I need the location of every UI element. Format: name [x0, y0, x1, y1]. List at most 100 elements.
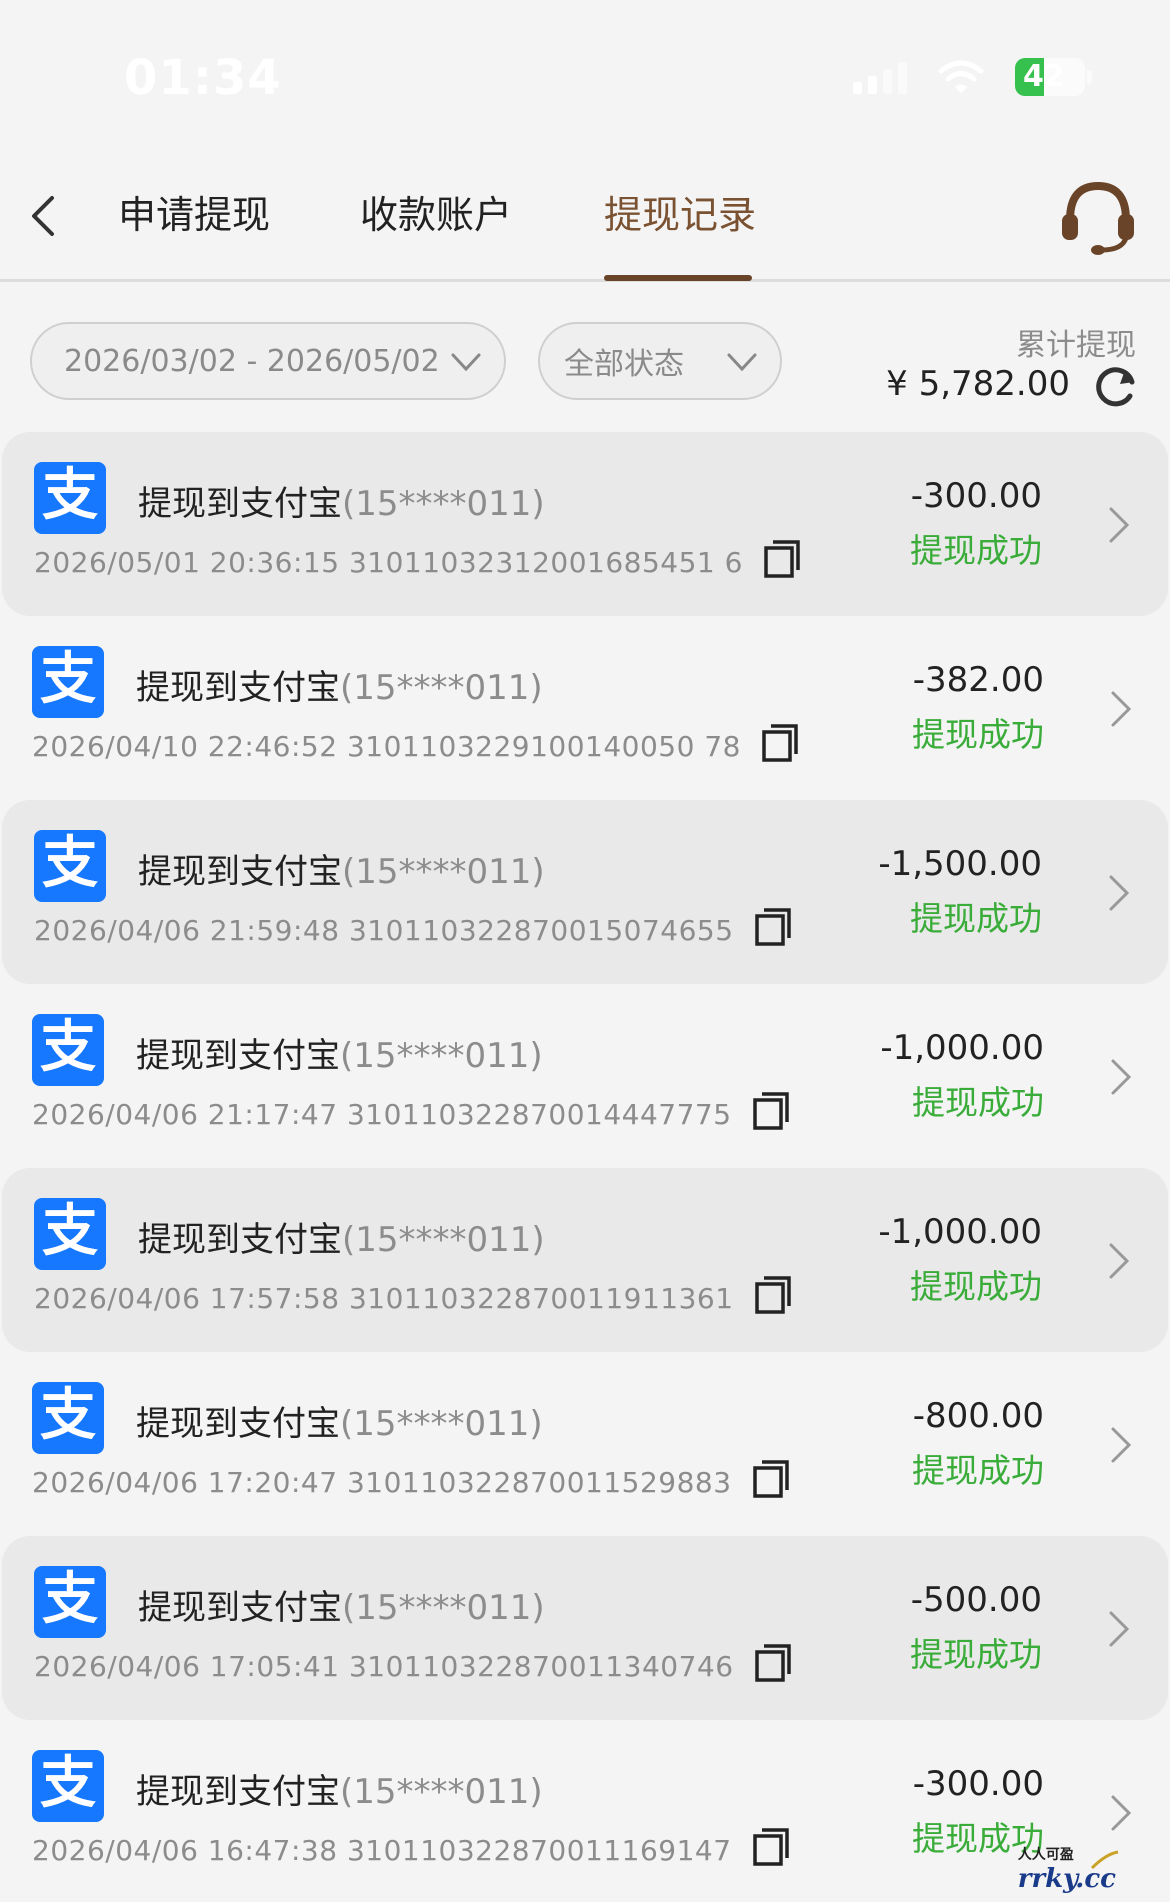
record-datetime: 2026/04/06 16:47:38	[32, 1834, 338, 1867]
record-meta: 2026/04/10 22:46:52 3101103229100140050 …	[32, 724, 799, 763]
active-tab-indicator	[604, 275, 752, 281]
withdraw-record-row[interactable]: 支 提现到支付宝(15****011) 2026/04/06 17:20:47 …	[0, 1352, 1170, 1536]
chevron-right-icon	[1109, 1243, 1130, 1279]
battery-level: 42	[1023, 59, 1065, 94]
record-order-number: 31011032312001685451 6	[348, 546, 743, 579]
alipay-icon: 支	[32, 1382, 104, 1454]
record-status: 提现成功	[910, 1267, 1042, 1306]
withdraw-record-row[interactable]: 支 提现到支付宝(15****011) 2026/05/01 20:36:15 …	[2, 432, 1168, 616]
record-order-number: 310110322870015074655	[348, 914, 734, 947]
status-icons: 42	[853, 58, 1092, 96]
withdraw-record-row[interactable]: 支 提现到支付宝(15****011) 2026/04/10 22:46:52 …	[0, 616, 1170, 800]
copy-icon[interactable]	[752, 1459, 790, 1499]
record-status: 提现成功	[912, 715, 1044, 754]
total-withdrawn-value: ¥ 5,782.00	[886, 364, 1070, 404]
tab-withdraw-records[interactable]: 提现记录	[604, 150, 756, 282]
tab-apply-withdraw[interactable]: 申请提现	[118, 150, 270, 282]
status-filter-value: 全部状态	[564, 347, 684, 382]
copy-icon[interactable]	[754, 1643, 792, 1683]
back-arrow-icon[interactable]	[28, 194, 56, 238]
chevron-down-icon	[727, 353, 757, 372]
record-title: 提现到支付宝(15****011)	[138, 1220, 545, 1260]
record-status: 提现成功	[910, 899, 1042, 938]
record-amount: -1,000.00	[880, 1028, 1044, 1068]
record-title: 提现到支付宝(15****011)	[136, 668, 543, 708]
record-order-number: 310110322870011340746	[348, 1650, 734, 1683]
record-account: (15****011)	[342, 852, 545, 892]
tab-receiving-account[interactable]: 收款账户	[360, 150, 512, 282]
status-bar: 01:34 42	[0, 0, 1170, 150]
record-datetime: 2026/04/06 21:17:47	[32, 1098, 338, 1131]
record-order-number: 310110322870014447775	[346, 1098, 732, 1131]
record-title: 提现到支付宝(15****011)	[138, 1588, 545, 1628]
alipay-icon: 支	[34, 830, 106, 902]
record-meta: 2026/04/06 16:47:38 31011032287001116914…	[32, 1828, 790, 1867]
record-amount: -382.00	[912, 660, 1044, 700]
alipay-icon: 支	[32, 1750, 104, 1822]
copy-icon[interactable]	[752, 1827, 790, 1867]
copy-icon[interactable]	[754, 907, 792, 947]
alipay-icon: 支	[34, 1566, 106, 1638]
chevron-right-icon	[1109, 1611, 1130, 1647]
record-status: 提现成功	[912, 1083, 1044, 1122]
withdraw-record-row[interactable]: 支 提现到支付宝(15****011) 2026/04/06 21:59:48 …	[2, 800, 1168, 984]
record-order-number: 3101103229100140050 78	[346, 730, 741, 763]
record-title: 提现到支付宝(15****011)	[138, 852, 545, 892]
record-order-number: 310110322870011169147	[346, 1834, 732, 1867]
copy-icon[interactable]	[754, 1275, 792, 1315]
record-amount: -800.00	[912, 1396, 1044, 1436]
chevron-right-icon	[1109, 875, 1130, 911]
withdraw-record-row[interactable]: 支 提现到支付宝(15****011) 2026/04/06 21:17:47 …	[0, 984, 1170, 1168]
chevron-down-icon	[451, 353, 481, 372]
filter-bar: 2026/03/02 - 2026/05/02 全部状态 累计提现 ¥ 5,78…	[0, 282, 1170, 432]
copy-icon[interactable]	[763, 539, 801, 579]
record-account: (15****011)	[342, 1588, 545, 1628]
record-amount: -1,000.00	[878, 1212, 1042, 1252]
chevron-right-icon	[1111, 691, 1132, 727]
record-status: 提现成功	[910, 1635, 1042, 1674]
alipay-icon: 支	[34, 1198, 106, 1270]
record-amount: -300.00	[912, 1764, 1044, 1804]
record-title: 提现到支付宝(15****011)	[136, 1772, 543, 1812]
withdraw-record-row[interactable]: 支 提现到支付宝(15****011) 2026/04/06 17:57:58 …	[2, 1168, 1168, 1352]
alipay-icon: 支	[32, 646, 104, 718]
withdraw-record-row[interactable]: 支 提现到支付宝(15****011) 2026/04/06 16:47:38 …	[0, 1720, 1170, 1902]
record-title: 提现到支付宝(15****011)	[136, 1404, 543, 1444]
chevron-right-icon	[1109, 507, 1130, 543]
chevron-right-icon	[1111, 1059, 1132, 1095]
wifi-icon	[938, 60, 984, 93]
withdraw-record-list: 支 提现到支付宝(15****011) 2026/05/01 20:36:15 …	[0, 432, 1170, 1902]
alipay-icon: 支	[32, 1014, 104, 1086]
withdraw-record-row[interactable]: 支 提现到支付宝(15****011) 2026/04/06 17:05:41 …	[2, 1536, 1168, 1720]
top-nav: 申请提现 收款账户 提现记录	[0, 150, 1170, 282]
record-account: (15****011)	[342, 484, 545, 524]
refresh-icon[interactable]	[1092, 362, 1140, 410]
record-meta: 2026/05/01 20:36:15 31011032312001685451…	[34, 540, 801, 579]
copy-icon[interactable]	[761, 723, 799, 763]
date-range-picker[interactable]: 2026/03/02 - 2026/05/02	[30, 322, 506, 400]
record-amount: -1,500.00	[878, 844, 1042, 884]
status-filter-select[interactable]: 全部状态	[538, 322, 782, 400]
chevron-right-icon	[1111, 1427, 1132, 1463]
record-title: 提现到支付宝(15****011)	[138, 484, 545, 524]
record-account: (15****011)	[340, 1404, 543, 1444]
record-datetime: 2026/04/10 22:46:52	[32, 730, 338, 763]
record-datetime: 2026/04/06 17:57:58	[34, 1282, 340, 1315]
record-order-number: 310110322870011529883	[346, 1466, 732, 1499]
alipay-icon: 支	[34, 462, 106, 534]
record-amount: -500.00	[910, 1580, 1042, 1620]
record-status: 提现成功	[910, 531, 1042, 570]
record-meta: 2026/04/06 21:17:47 31011032287001444777…	[32, 1092, 790, 1131]
record-title: 提现到支付宝(15****011)	[136, 1036, 543, 1076]
record-account: (15****011)	[340, 1772, 543, 1812]
copy-icon[interactable]	[752, 1091, 790, 1131]
record-datetime: 2026/04/06 17:05:41	[34, 1650, 340, 1683]
record-amount: -300.00	[910, 476, 1042, 516]
record-account: (15****011)	[340, 668, 543, 708]
record-status: 提现成功	[912, 1451, 1044, 1490]
watermark-logo: 人人可盈 rrky.cc	[1017, 1847, 1116, 1894]
record-datetime: 2026/04/06 21:59:48	[34, 914, 340, 947]
record-order-number: 310110322870011911361	[348, 1282, 734, 1315]
customer-service-headset-icon[interactable]	[1056, 174, 1140, 258]
record-account: (15****011)	[340, 1036, 543, 1076]
